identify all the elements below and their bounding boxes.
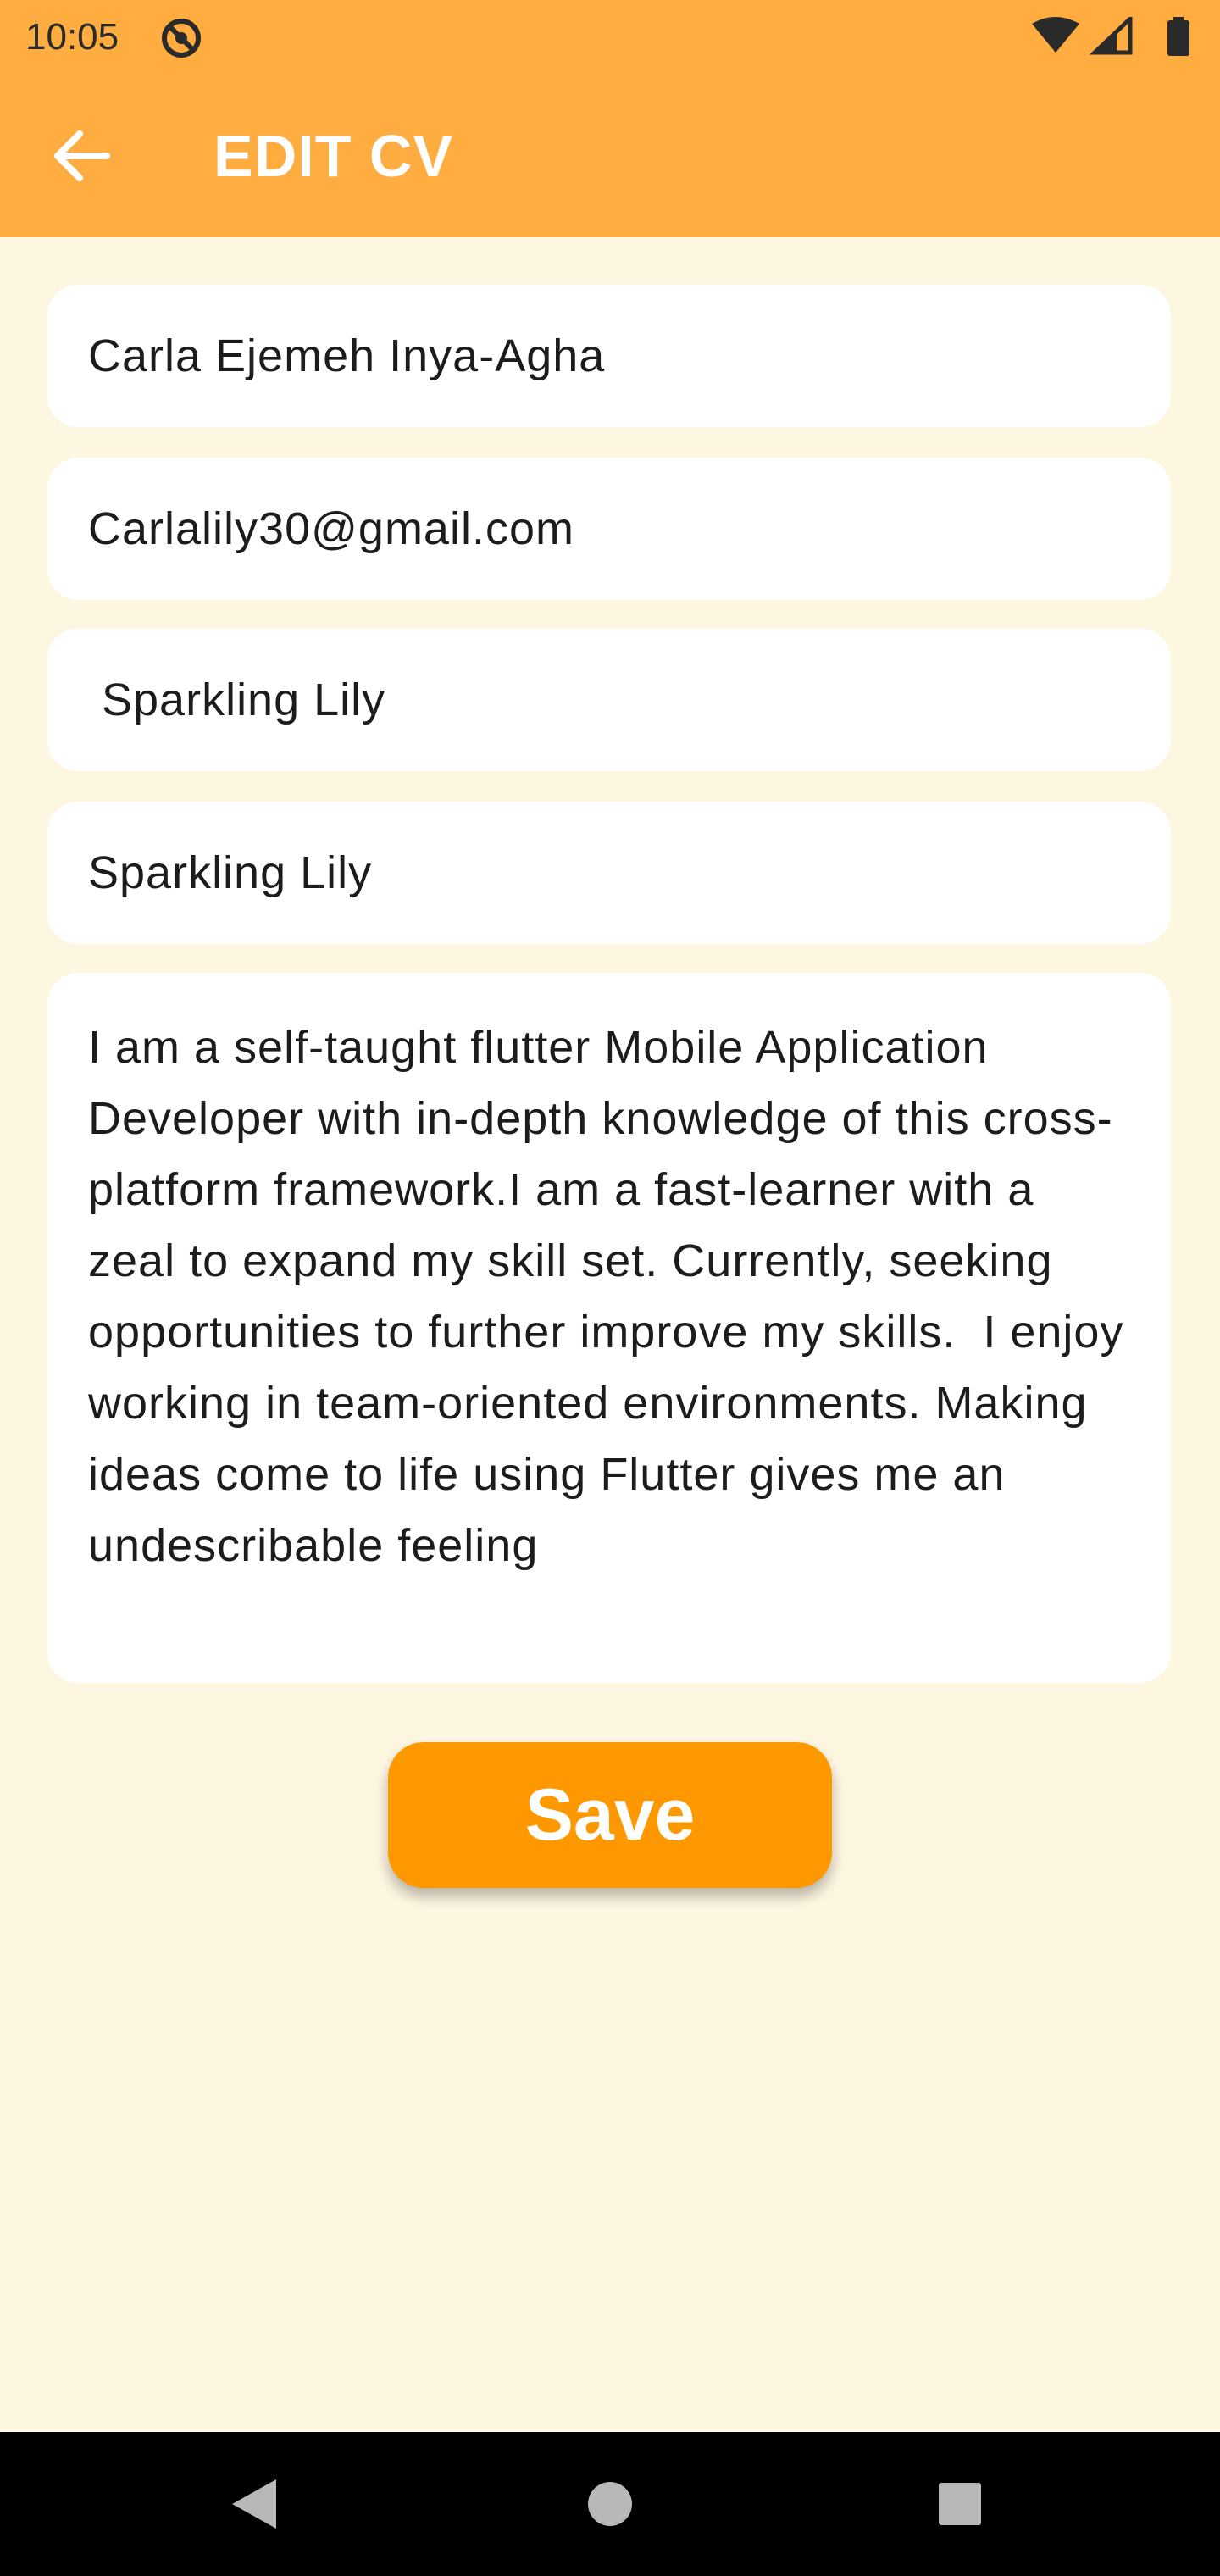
wifi-icon — [1032, 17, 1079, 53]
slack-username-input[interactable] — [47, 629, 1171, 771]
bio-textarea[interactable]: I am a self-taught flutter Mobile Applic… — [47, 973, 1171, 1683]
full-name-field[interactable] — [47, 285, 1171, 427]
home-circle-icon[interactable] — [555, 2457, 665, 2551]
github-handle-input[interactable] — [47, 802, 1171, 944]
recents-square-icon[interactable] — [905, 2457, 1015, 2551]
back-triangle-icon[interactable] — [198, 2457, 308, 2551]
email-input[interactable] — [47, 458, 1171, 600]
status-bar: 10:05 — [0, 0, 1220, 75]
no-location-icon — [162, 19, 201, 58]
save-button[interactable]: Save — [388, 1742, 832, 1888]
arrow-back-icon[interactable] — [36, 114, 129, 198]
status-time: 10:05 — [25, 16, 119, 58]
page-title: EDIT CV — [214, 123, 454, 189]
system-nav-bar — [0, 2432, 1220, 2576]
bio-field[interactable]: I am a self-taught flutter Mobile Applic… — [47, 973, 1171, 1683]
email-field[interactable] — [47, 458, 1171, 600]
battery-icon — [1167, 20, 1190, 56]
status-icons — [1032, 17, 1190, 56]
app-bar: EDIT CV — [0, 75, 1220, 237]
slack-username-field[interactable] — [47, 629, 1171, 771]
github-handle-field[interactable] — [47, 802, 1171, 944]
full-name-input[interactable] — [47, 285, 1171, 427]
